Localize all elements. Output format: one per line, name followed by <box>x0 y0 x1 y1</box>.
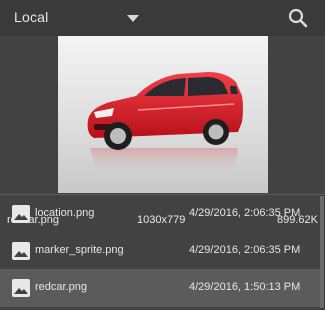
chevron-down-icon <box>127 15 139 22</box>
toolbar: Local <box>0 0 325 36</box>
file-date: 4/29/2016, 2:06:35 PM <box>189 244 301 256</box>
file-name: location.png <box>35 207 95 219</box>
file-date: 4/29/2016, 1:50:13 PM <box>189 281 301 293</box>
file-name: marker_sprite.png <box>35 244 124 256</box>
file-date: 4/29/2016, 2:06:35 PM <box>189 207 301 219</box>
search-button[interactable] <box>286 6 310 30</box>
file-name: redcar.png <box>35 281 87 293</box>
file-row-redcar[interactable]: redcar.png 4/29/2016, 1:50:13 PM <box>0 269 320 307</box>
file-row-location[interactable]: location.png 4/29/2016, 2:06:35 PM <box>0 195 320 233</box>
location-label: Local <box>14 9 49 25</box>
image-icon <box>12 242 30 260</box>
search-icon <box>288 8 308 28</box>
location-dropdown[interactable]: Local <box>8 4 142 32</box>
image-icon <box>12 205 30 223</box>
scrollbar-thumb[interactable] <box>320 196 324 308</box>
file-row-marker-sprite[interactable]: marker_sprite.png 4/29/2016, 2:06:35 PM <box>0 232 320 270</box>
file-list: location.png 4/29/2016, 2:06:35 PM marke… <box>0 195 325 310</box>
image-preview: redcar.png 1030x779 899.62K <box>0 36 325 226</box>
image-icon <box>12 279 30 297</box>
preview-image <box>58 36 268 193</box>
